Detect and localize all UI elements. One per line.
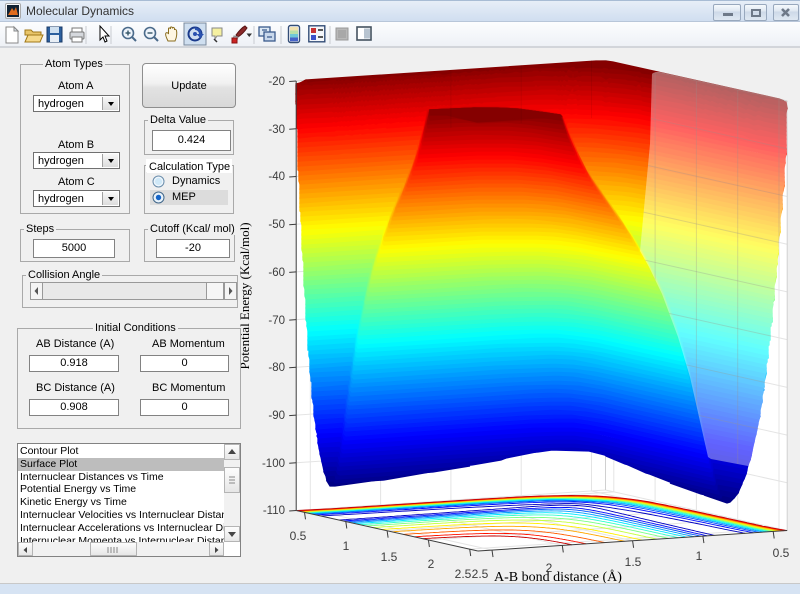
svg-text:1: 1	[343, 539, 350, 553]
svg-text:-50: -50	[268, 219, 285, 231]
svg-text:2.5: 2.5	[472, 567, 489, 581]
svg-text:A-B bond distance (Å): A-B bond distance (Å)	[494, 569, 622, 584]
svg-text:-100: -100	[262, 458, 285, 470]
svg-text:1: 1	[696, 549, 703, 563]
svg-text:-20: -20	[268, 76, 285, 88]
svg-text:1.5: 1.5	[625, 555, 642, 569]
svg-text:-80: -80	[268, 362, 285, 374]
svg-text:2.5: 2.5	[455, 567, 472, 581]
svg-text:-110: -110	[263, 505, 285, 517]
svg-text:-40: -40	[268, 171, 285, 183]
svg-text:2: 2	[428, 557, 435, 571]
svg-text:0.5: 0.5	[290, 529, 307, 543]
svg-text:0.5: 0.5	[773, 546, 790, 560]
svg-text:1.5: 1.5	[381, 550, 398, 564]
svg-text:-60: -60	[268, 267, 285, 279]
svg-text:-30: -30	[268, 124, 285, 136]
svg-text:-70: -70	[268, 315, 285, 327]
svg-text:-90: -90	[268, 410, 285, 422]
